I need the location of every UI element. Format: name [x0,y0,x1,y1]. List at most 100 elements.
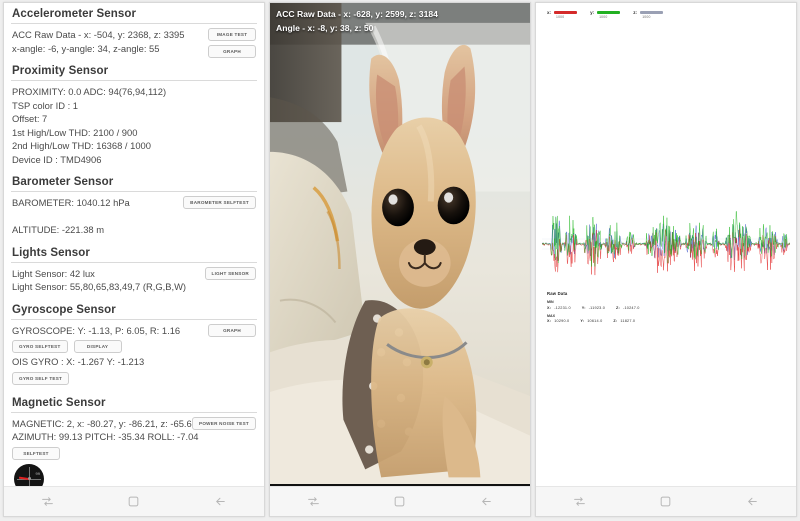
recents-icon [573,495,586,508]
readout-group-label: MIN [547,300,554,304]
sensor-reading-row: ALTITUDE: -221.38 m [12,224,105,235]
readout-axis-value: 11827.0 [620,319,636,323]
action-button-graph[interactable]: GRAPH [208,45,256,58]
compass-center-dot [27,477,31,480]
camera-overlay-readout: ACC Raw Data - x: -628, y: 2599, z: 3184… [276,7,438,35]
sensor-reading-row: AZIMUTH: 99.13 PITCH: -35.34 ROLL: -7.04 [12,431,199,442]
section-body: Light Sensor: 42 lux Light Sensor: 55,80,… [4,263,264,299]
section-body: PROXIMITY: 0.0 ADC: 94(76,94,112) TSP col… [4,81,264,171]
button-row-secondary: GYRO SELF TEST [12,371,256,385]
section-title: Proximity Sensor [12,65,109,77]
sensor-reading-row: TSP color ID : 1 [12,99,78,111]
back-icon [746,495,759,508]
section-body: GYROSCOPE: Y: -1.13, P: 6.05, R: 1.16 GYR… [4,320,264,392]
readout-title: Raw Data [547,291,568,296]
camera-photo-chihuahua [270,3,530,485]
android-navbar-2 [270,486,530,516]
action-button-gyro-selftest[interactable]: GYRO SELFTEST [12,340,68,353]
spacer-row [12,210,256,224]
readout-group-label: MAX [547,313,555,318]
home-icon [659,495,672,508]
acc-waveform-plot[interactable] [542,209,790,279]
legend-color-swatch [640,11,664,14]
sensor-reading-row: Offset: 7 [12,113,48,124]
readout-axis-key: Y: [581,305,586,310]
legend-scale-label: 1000 [642,15,651,19]
back-icon [214,495,227,508]
home-button[interactable] [111,489,157,515]
action-button-image-test[interactable]: IMAGE TEST [208,28,256,41]
section-title: Lights Sensor [12,246,90,259]
sensor-reading-row: 2nd High/Low THD: 16368 / 1000 [12,140,151,151]
camera-preview[interactable]: ACC Raw Data - x: -628, y: 2599, z: 3184… [270,3,530,486]
graph-readout: Raw Data MIN X: -12231.0 Y: -11923.0 Z: -10247.… [547,291,651,323]
recents-button[interactable] [290,489,336,515]
legend-key: x: [547,10,552,15]
home-icon [127,495,140,508]
readout-axis-key: Z: [616,305,621,310]
section-body: BAROMETER: 1040.12 hPa ALTITUDE: -221.38… [4,192,264,242]
recents-button[interactable] [24,489,70,515]
readout-axis-key: Z: [613,319,618,323]
legend-key: z: [633,10,638,15]
legend-scale-label: 1000 [556,15,565,19]
sensor-reading-row: Device ID : TMD4906 [12,153,102,165]
overlay-angle: Angle - x: -8, y: 38, z: 50 [276,23,374,33]
button-row: SELFTEST [12,446,256,460]
section-title: Accelerometer Sensor [12,8,137,20]
action-button-power-noise-test[interactable]: POWER NOISE TEST [192,416,256,430]
home-button[interactable] [643,489,689,515]
section-title: Magnetic Sensor [12,396,106,409]
android-navbar-3 [536,486,796,516]
back-icon [480,495,493,508]
section-body: ACC Raw Data - x: -504, y: 2368, z: 3395… [4,24,264,60]
action-button-selftest[interactable]: SELFTEST [12,446,60,460]
readout-axis-key: X: [547,319,552,323]
compass-degree-label: 99 [35,470,40,476]
recents-icon [307,495,320,508]
legend-color-swatch [554,11,578,14]
sensor-reading-row: Light Sensor: 55,80,65,83,49,7 (R,G,B,W) [12,281,187,292]
screenshot-stage: Accelerometer Sensor ACC Raw Data - x: -5… [0,0,800,521]
action-button-display[interactable]: DISPLAY [73,340,122,353]
legend-item-x: x: 1000 [547,10,578,19]
phone-screenshot-graph: x: 1000 y: 1000 z: 1000 Raw Data MIN X: -12231.0… [535,2,797,517]
sensor-reading-row: 1st High/Low THD: 2100 / 900 [12,126,138,138]
readout-axis-value: -11923.0 [588,305,606,310]
back-button[interactable] [198,489,244,515]
legend-item-y: y: 1000 [590,10,621,19]
readout-axis-value: -12231.0 [554,305,571,310]
graph-body-wrap: x: 1000 y: 1000 z: 1000 Raw Data MIN X: -12231.0… [536,3,796,486]
action-button-gyro-self-test[interactable]: GYRO SELF TEST [12,371,70,385]
action-button-barometer-selftest[interactable]: BAROMETER SELFTEST [183,196,256,209]
legend-scale-label: 1000 [599,15,608,19]
recents-button[interactable] [556,489,602,515]
compass-widget: 99 [14,463,44,486]
section-title: Barometer Sensor [12,176,114,188]
sensor-list-body: Accelerometer Sensor ACC Raw Data - x: -5… [4,3,264,486]
section-title: Gyroscope Sensor [12,303,116,316]
home-icon [393,495,406,508]
legend-key: y: [590,10,595,15]
series-x [542,228,790,276]
overlay-acc-raw: ACC Raw Data - x: -628, y: 2599, z: 3184 [276,9,438,19]
sensor-list: Accelerometer Sensor ACC Raw Data - x: -5… [4,3,264,486]
action-button-graph[interactable]: GRAPH [208,323,256,337]
readout-values: X: 10290.0 Y: 10614.0 Z: 11827.0 [547,319,651,323]
acc-graph-screen: x: 1000 y: 1000 z: 1000 Raw Data MIN X: -12231.0… [536,3,796,486]
back-button[interactable] [730,489,776,515]
section-body: MAGNETIC: 2, x: -80.27, y: -86.21, z: -6… [4,413,264,486]
camera-body: ACC Raw Data - x: -628, y: 2599, z: 3184… [270,3,530,486]
readout-axis-value: 10614.0 [587,319,603,323]
waveform-svg [542,211,790,276]
readout-axis-key: Y: [580,319,585,323]
sensor-reading-row: PROXIMITY: 0.0 ADC: 94(76,94,112) [12,86,167,97]
readout-axis-value: 10290.0 [554,319,570,323]
home-button[interactable] [377,489,423,515]
sensor-reading-row: OIS GYRO : X: -1.267 Y: -1.213 [12,356,145,367]
readout-axis-value: -10247.0 [623,305,640,310]
readout-values: X: -12231.0 Y: -11923.0 Z: -10247.0 [547,306,651,310]
action-button-light-sensor[interactable]: LIGHT SENSOR [204,266,256,280]
recents-icon [41,495,54,508]
back-button[interactable] [464,489,510,515]
